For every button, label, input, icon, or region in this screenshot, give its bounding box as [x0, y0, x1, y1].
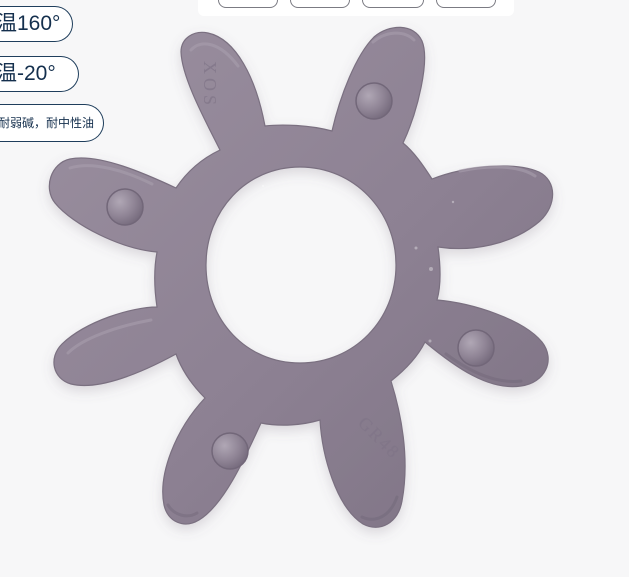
- bump-top-right: [355, 82, 393, 120]
- badge-low-temp: 温-20°: [0, 56, 79, 92]
- bump-bottom-left: [211, 432, 249, 470]
- badge-high-temp-text: 温160°: [0, 12, 61, 35]
- bump-right: [457, 329, 495, 367]
- badge-low-temp-text: 温-20°: [0, 62, 56, 85]
- marking-xos: XOS: [200, 61, 220, 109]
- badge-resistance: 耐弱碱，耐中性油: [0, 104, 104, 142]
- spider-body: [48, 26, 554, 528]
- product-photo-stage: XOS GR48 温160° 温-20° 耐弱碱，耐中性油: [0, 0, 629, 577]
- coupling-spider-svg: XOS GR48: [48, 26, 554, 528]
- spider-shape-group: [48, 26, 554, 528]
- coupling-spider-photo: XOS GR48: [0, 0, 629, 577]
- badge-resistance-text: 耐弱碱，耐中性油: [0, 116, 95, 130]
- bump-left: [106, 188, 144, 226]
- badge-high-temp: 温160°: [0, 6, 73, 42]
